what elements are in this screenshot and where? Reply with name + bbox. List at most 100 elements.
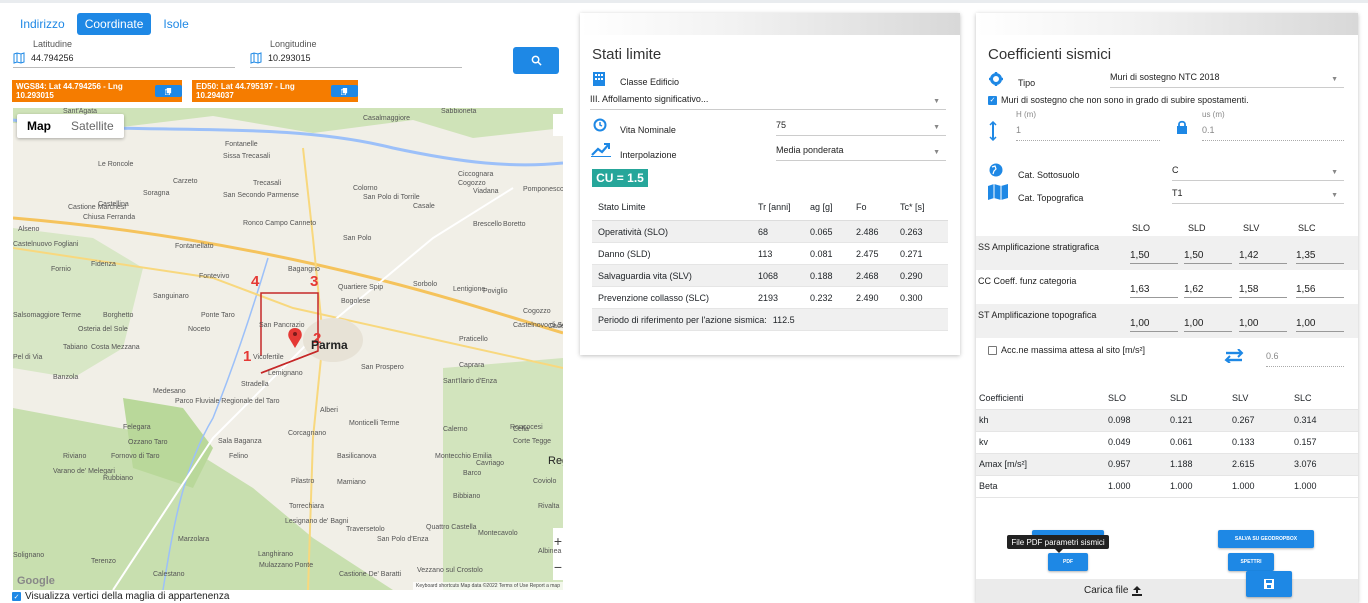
save-button[interactable] <box>1246 571 1292 597</box>
amp-row-label: ST Amplificazione topografica <box>978 310 1097 320</box>
map-place-label: Castione De' Baratti <box>339 571 402 578</box>
tab-indirizzo[interactable]: Indirizzo <box>12 13 73 35</box>
us-input[interactable]: 0.1 <box>1202 125 1344 141</box>
map-place-label: Barco <box>463 470 482 477</box>
latitude-field[interactable]: 44.794256 <box>13 48 235 68</box>
amp-value-input[interactable]: 1,00 <box>1239 318 1287 332</box>
lock-icon <box>1177 120 1187 134</box>
table-cell: 1068 <box>752 264 804 287</box>
amp-value-input[interactable]: 1,00 <box>1296 318 1344 332</box>
zoom-out-icon[interactable]: − <box>553 554 563 580</box>
us-label: us (m) <box>1202 110 1225 119</box>
amp-value-input[interactable]: 1,62 <box>1184 284 1232 298</box>
show-vertices-label: Visualizza vertici della maglia di appar… <box>25 591 230 602</box>
map-view[interactable]: Map Satellite + − 1 2 3 4 Sant'Agata Sabb… <box>13 108 563 590</box>
classe-edificio-value: III. Affollamento significativo... <box>590 94 709 104</box>
map-place-label: Corte Tegge <box>513 438 552 445</box>
acc-check-row[interactable]: Acc.ne massima attesa al sito [m/s²] <box>988 345 1145 355</box>
map-type-satellite-button[interactable]: Satellite <box>61 114 124 138</box>
table-cell: kv <box>976 431 1104 454</box>
table-cell: 1.000 <box>1290 475 1358 498</box>
stati-limite-card: Stati limite Classe Edificio III. Affoll… <box>580 13 960 355</box>
carica-file-label: Carica file <box>1084 585 1129 596</box>
ed50-badge: ED50: Lat 44.795197 - Lng 10.294037 <box>192 80 358 102</box>
upload-bar: Carica file <box>976 571 1358 603</box>
map-place-label: Monticelli Terme <box>349 420 400 427</box>
table-cell: 0.049 <box>1104 431 1166 454</box>
topografica-select[interactable]: T1 ▼ <box>1172 188 1344 204</box>
table-cell: 2.486 <box>850 220 894 243</box>
map-place-label: Montecchio Emilia <box>435 453 492 460</box>
map-place-label: Solignano <box>13 552 45 559</box>
table-row: Prevenzione collasso (SLC) 2193 0.232 2.490… <box>592 286 948 309</box>
save-geodropbox-button[interactable]: SALVA SU GEODROPBOX <box>1218 530 1314 548</box>
map-place-label: Cella <box>513 426 529 433</box>
vertex-4-label: 4 <box>251 273 260 290</box>
map-place-label: San Pancrazio <box>259 322 305 329</box>
map-place-label: Ozzano Taro <box>128 439 168 446</box>
muri-check-row[interactable]: ✓ Muri di sostegno che non sono in grado… <box>988 95 1249 105</box>
map-place-label: Vicofertile <box>253 354 284 361</box>
map-type-map-button[interactable]: Map <box>17 114 61 138</box>
amp-value-input[interactable]: 1,50 <box>1130 250 1178 264</box>
latitude-value: 44.794256 <box>31 52 74 63</box>
vita-nominale-select[interactable]: 75 ▼ <box>776 120 946 136</box>
amp-value-input[interactable]: 1,00 <box>1184 318 1232 332</box>
map-place-label: Sanguinaro <box>153 293 189 300</box>
map-place-label: Sorbolo <box>413 281 438 288</box>
table-row: Operatività (SLO) 68 0.065 2.486 0.263 <box>592 220 948 243</box>
table-cell: 0.263 <box>894 220 948 243</box>
muri-checkbox[interactable]: ✓ <box>988 95 997 105</box>
amp-value-input[interactable]: 1,58 <box>1239 284 1287 298</box>
table-cell: 0.300 <box>894 286 948 309</box>
amp-value-input[interactable]: 1,00 <box>1130 318 1178 332</box>
trending-up-icon <box>591 143 611 157</box>
acc-input[interactable]: 0.6 <box>1266 351 1344 367</box>
map-place-label: Stradella <box>241 381 269 388</box>
table-cell: kh <box>976 409 1104 432</box>
acc-checkbox[interactable] <box>988 345 997 355</box>
coef-col-name: Coefficienti <box>976 387 1104 410</box>
map-place-label: Banzola <box>53 374 79 381</box>
h-input[interactable]: 1 <box>1016 125 1160 141</box>
map-place-label: Parma <box>311 338 348 352</box>
amp-row: ST Amplificazione topografica 1,00 1,00 1,0… <box>976 304 1358 338</box>
vita-nominale-label: Vita Nominale <box>620 125 676 135</box>
table-cell: 0.081 <box>804 242 850 265</box>
copy-wgs84-button[interactable] <box>155 85 182 97</box>
map-place-label: Pomponesco <box>523 186 563 193</box>
map-place-label: Quattro Castella <box>426 524 477 531</box>
amp-value-input[interactable]: 1,50 <box>1184 250 1232 264</box>
table-cell: 0.290 <box>894 264 948 287</box>
longitude-field[interactable]: 10.293015 <box>250 48 462 68</box>
map-place-label: Casalmaggiore <box>363 115 411 122</box>
show-vertices-checkbox[interactable]: ✓ <box>12 592 21 601</box>
map-place-label: Mamiano <box>337 479 366 486</box>
tab-isole[interactable]: Isole <box>155 13 196 35</box>
amp-value-input[interactable]: 1,63 <box>1130 284 1178 298</box>
fullscreen-button[interactable] <box>553 114 563 136</box>
classe-edificio-select[interactable]: III. Affollamento significativo... ▼ <box>590 94 946 110</box>
carica-file-button[interactable]: Carica file <box>1084 585 1143 596</box>
interpolazione-select[interactable]: Media ponderata ▼ <box>776 145 946 161</box>
amp-row-label: SS Amplificazione stratigrafica <box>978 242 1100 252</box>
map-place-label: Alberi <box>320 407 338 414</box>
map-place-label: Varano de' Melegari <box>53 468 115 475</box>
show-vertices-row[interactable]: ✓ Visualizza vertici della maglia di app… <box>12 591 229 602</box>
search-button[interactable] <box>513 47 559 74</box>
pdf-button[interactable]: PDF <box>1048 553 1088 571</box>
table-cell: 2193 <box>752 286 804 309</box>
amp-value-input[interactable]: 1,56 <box>1296 284 1344 298</box>
copy-ed50-button[interactable] <box>330 85 358 97</box>
sottosuolo-select[interactable]: C ▼ <box>1172 165 1344 181</box>
map-place-label: Cogozzo <box>523 308 551 315</box>
table-cell: 2.468 <box>850 264 894 287</box>
spettri-button[interactable]: SPETTRI <box>1228 553 1274 571</box>
col-fo: Fo <box>850 194 894 221</box>
coefficienti-table: Coefficienti SLO SLD SLV SLC kh 0.098 0.12… <box>976 387 1358 498</box>
tab-coordinate[interactable]: Coordinate <box>76 13 152 35</box>
amp-value-input[interactable]: 1,35 <box>1296 250 1344 264</box>
tipo-select[interactable]: Muri di sostegno NTC 2018 ▼ <box>1110 72 1344 88</box>
amp-value-input[interactable]: 1,42 <box>1239 250 1287 264</box>
acc-value: 0.6 <box>1266 351 1279 361</box>
